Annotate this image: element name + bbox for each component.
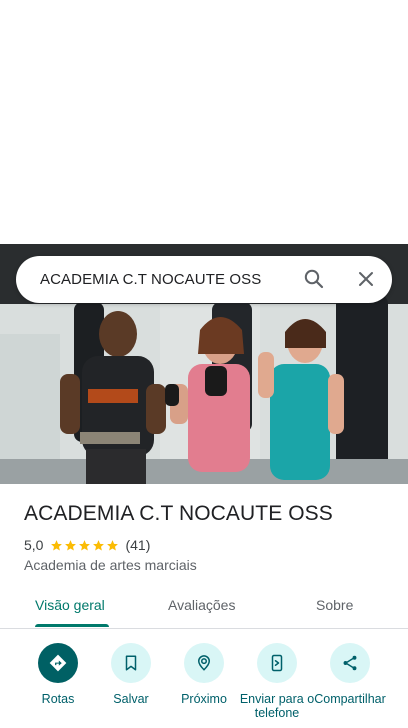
share-label: Compartilhar <box>314 692 386 706</box>
star-icon <box>79 539 91 550</box>
directions-icon <box>38 643 78 683</box>
star-icon <box>107 539 119 550</box>
send-to-phone-icon <box>257 643 297 683</box>
save-label: Salvar <box>113 692 149 706</box>
map-area[interactable] <box>0 0 408 244</box>
rating-row[interactable]: 5,0 (41) <box>24 537 150 553</box>
directions-label: Rotas <box>41 692 75 706</box>
directions-button[interactable]: Rotas <box>18 643 98 706</box>
nearby-button[interactable]: Próximo <box>164 643 244 706</box>
place-title: ACADEMIA C.T NOCAUTE OSS <box>24 502 333 525</box>
rating-stars <box>50 539 120 552</box>
star-icon <box>51 539 63 550</box>
tab-bar: Visão geral Avaliações Sobre <box>0 586 408 629</box>
active-tab-indicator <box>35 624 109 627</box>
action-bar: Rotas Salvar Próximo Enviar para o telef… <box>0 640 408 728</box>
share-icon <box>330 643 370 683</box>
rating-value: 5,0 <box>24 537 44 553</box>
tab-overview[interactable]: Visão geral <box>35 597 105 613</box>
bookmark-icon <box>111 643 151 683</box>
search-icon[interactable] <box>302 267 326 291</box>
nearby-label: Próximo <box>181 692 227 706</box>
nearby-icon <box>184 643 224 683</box>
save-button[interactable]: Salvar <box>91 643 171 706</box>
star-icon <box>65 539 77 550</box>
star-icon <box>93 539 105 550</box>
tab-reviews[interactable]: Avaliações <box>168 597 235 613</box>
review-count[interactable]: (41) <box>125 537 150 553</box>
close-icon[interactable] <box>354 267 378 291</box>
search-bar[interactable]: ACADEMIA C.T NOCAUTE OSS <box>16 256 392 303</box>
tab-about[interactable]: Sobre <box>316 597 353 613</box>
send-to-phone-button[interactable]: Enviar para o telefone <box>237 643 317 720</box>
place-category[interactable]: Academia de artes marciais <box>24 557 197 573</box>
search-input[interactable]: ACADEMIA C.T NOCAUTE OSS <box>40 271 261 288</box>
share-button[interactable]: Compartilhar <box>310 643 390 706</box>
send-to-phone-label: Enviar para o telefone <box>239 692 315 720</box>
